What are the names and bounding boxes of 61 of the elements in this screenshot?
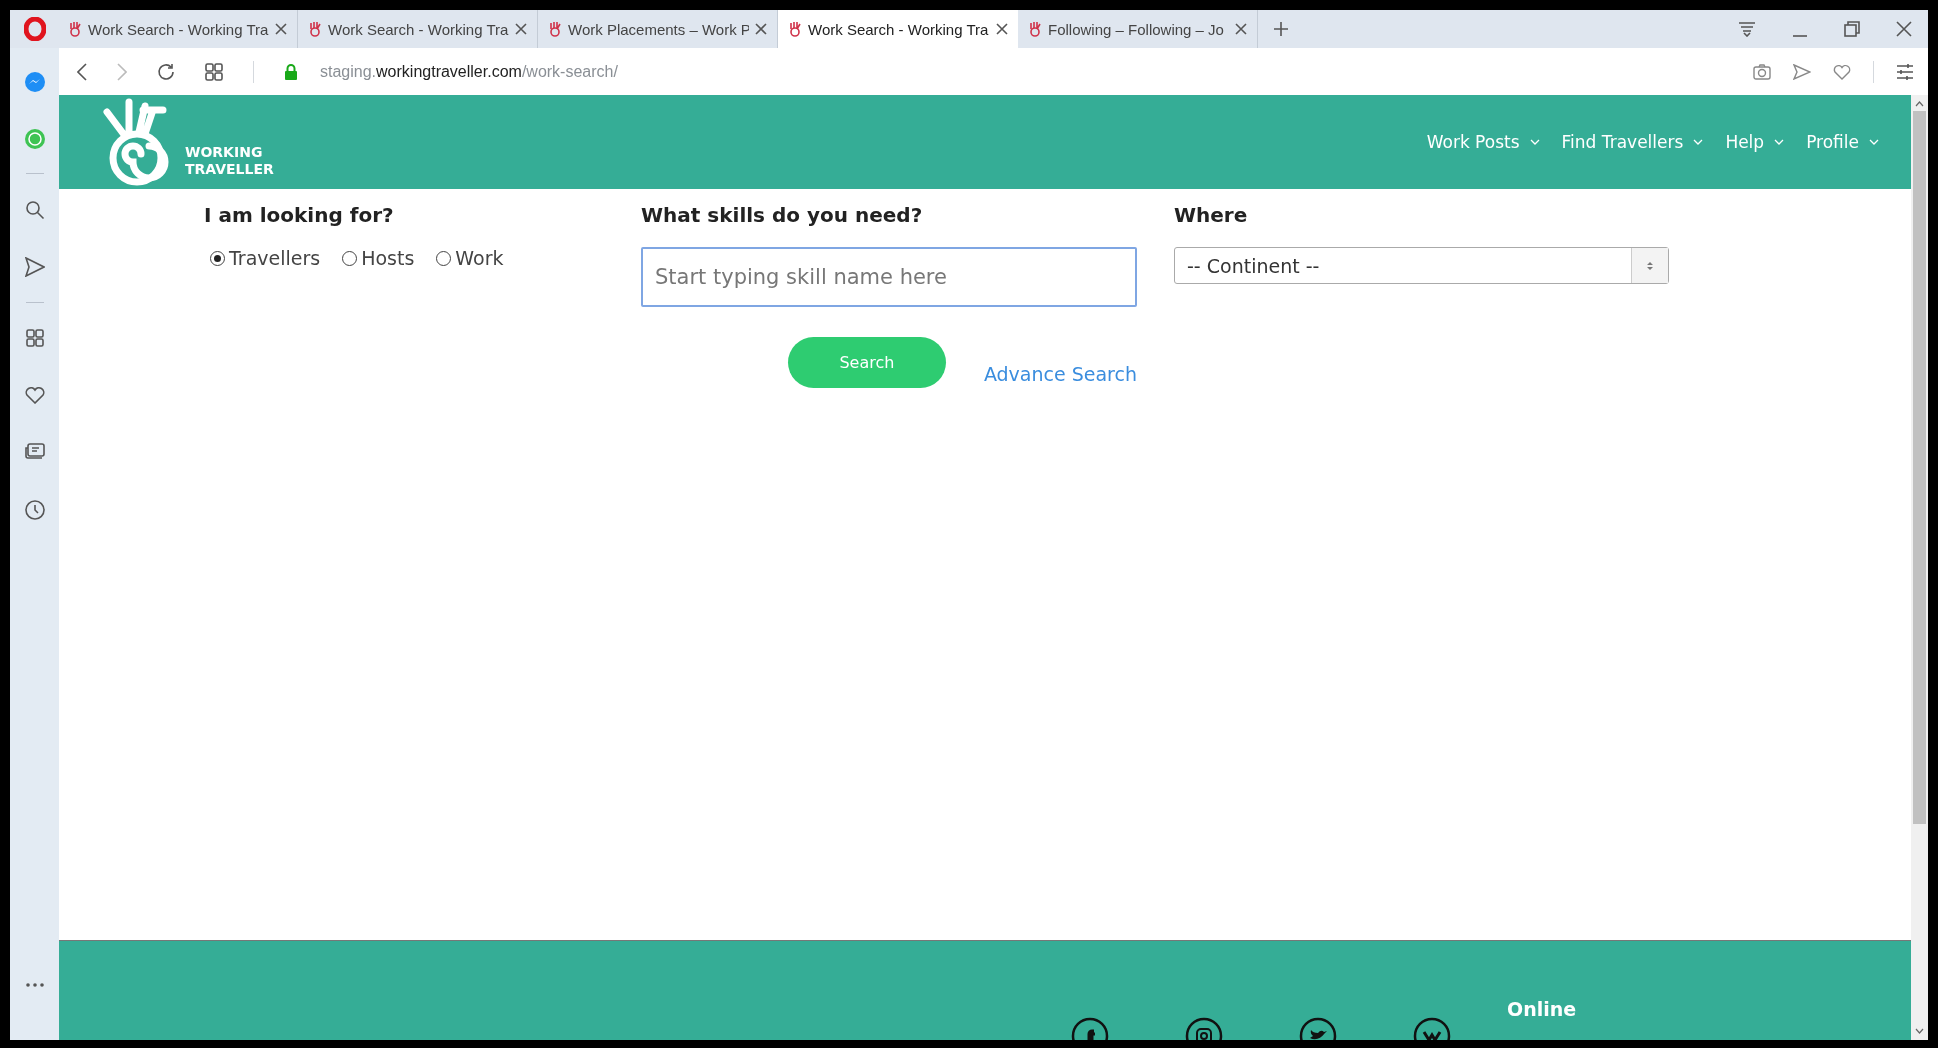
instagram-icon[interactable] [1185,1016,1223,1040]
clock-icon[interactable] [24,500,45,520]
tab-menu-icon[interactable] [1738,21,1756,37]
news-icon[interactable] [24,443,45,459]
hand-icon [548,21,562,37]
chevron-down-icon [1693,139,1704,145]
send-icon[interactable] [24,257,45,277]
chevron-down-icon [1529,139,1540,145]
camera-icon[interactable] [1753,63,1771,80]
close-icon[interactable] [275,23,287,35]
tab-title: Work Search - Working Tra [808,20,990,38]
heart-icon[interactable] [1833,63,1851,80]
continent-dropdown[interactable]: -- Continent -- [1174,247,1669,284]
radio-label: Travellers [229,247,321,269]
more-icon[interactable] [25,983,44,987]
back-icon[interactable] [77,62,87,81]
scrollbar[interactable] [1911,95,1928,1040]
search-icon[interactable] [24,200,45,220]
close-icon[interactable] [755,23,767,35]
tab-title: Work Search - Working Tra [328,20,509,38]
skill-input-field[interactable]: Start typing skill name here [641,247,1137,307]
settings-icon[interactable] [1896,62,1914,81]
grid-icon[interactable] [205,62,223,81]
scroll-down-icon [1915,1028,1924,1034]
sort-arrows-icon [1646,260,1654,271]
field-label: I am looking for? [204,203,395,227]
hand-icon [308,21,322,37]
reload-icon[interactable] [157,62,175,81]
tab-title: Following – Following – Jo [1048,20,1225,38]
close-icon[interactable] [515,23,527,35]
chevron-down-icon [1869,139,1879,145]
lock-icon [284,63,298,80]
hand-icon [788,21,802,37]
restore-icon[interactable] [1844,21,1860,37]
grid-icon[interactable] [25,329,44,347]
hand-icon [1028,21,1042,37]
radio-option[interactable]: Hosts [342,247,415,269]
close-icon[interactable] [996,23,1008,35]
hand-icon [68,21,82,37]
radio-label: Hosts [361,247,415,269]
send-icon[interactable] [1793,63,1811,80]
radio-option[interactable]: Work [436,247,504,269]
field-label: What skills do you need? [641,203,924,227]
browser-tab[interactable]: Work Search - Working Tra [778,10,1018,48]
tab-title: Work Search - Working Tra [88,20,269,38]
scroll-up-icon [1915,101,1924,107]
close-icon[interactable] [1896,21,1912,37]
heart-icon[interactable] [24,386,45,404]
twitter-icon[interactable] [1299,1016,1337,1040]
radio-option[interactable]: Travellers [210,247,321,269]
radio-label: Work [455,247,504,269]
chevron-down-icon [1774,139,1785,145]
advance-search-link[interactable]: Advance Search [983,362,1137,385]
opera-logo-icon[interactable] [24,17,46,41]
facebook-icon[interactable] [1071,1016,1109,1040]
field-label: Where [1174,203,1249,227]
vk-icon[interactable] [1413,1016,1451,1040]
messenger-icon[interactable] [23,71,46,93]
online-heading: Online [1507,998,1577,1020]
close-icon[interactable] [1235,23,1247,35]
new-tab-icon[interactable] [1274,22,1288,36]
